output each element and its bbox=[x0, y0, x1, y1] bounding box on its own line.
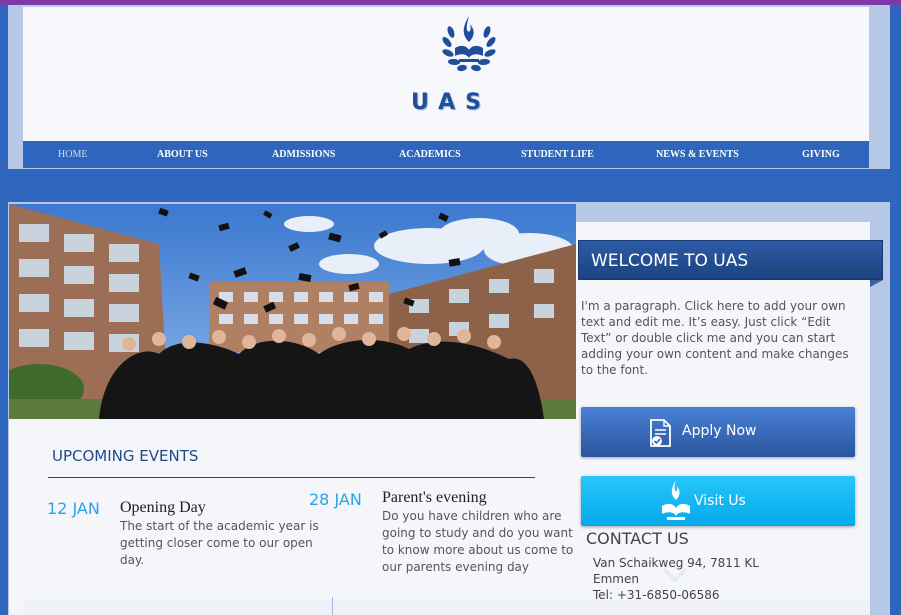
document-check-icon bbox=[650, 419, 671, 447]
nav-item-news-events[interactable]: NEWS & EVENTS bbox=[656, 141, 739, 168]
welcome-paragraph: I'm a paragraph. Click here to add your … bbox=[581, 299, 849, 377]
event-description-line: getting closer come to our open bbox=[120, 536, 313, 550]
event-date: 28 JAN bbox=[309, 490, 362, 509]
event-description-line: day. bbox=[120, 553, 145, 567]
footer-strip bbox=[23, 601, 869, 615]
upcoming-events-title: UPCOMING EVENTS bbox=[52, 447, 199, 465]
header: UAS bbox=[23, 7, 869, 141]
chevron-down-icon bbox=[662, 567, 688, 583]
main-nav: HOME ABOUT US ADMISSIONS ACADEMICS STUDE… bbox=[23, 141, 869, 168]
nav-item-academics[interactable]: ACADEMICS bbox=[399, 141, 461, 168]
brand-name: UAS bbox=[410, 90, 492, 115]
event-date: 12 JAN bbox=[47, 499, 100, 518]
torch-book-laurel-icon[interactable] bbox=[439, 10, 499, 78]
event-description-line: to know more about us come to bbox=[382, 543, 574, 557]
graduation-photo bbox=[9, 204, 576, 419]
nav-item-admissions[interactable]: ADMISSIONS bbox=[272, 141, 335, 168]
apply-now-label: Apply Now bbox=[682, 423, 757, 439]
event-description-line: Do you have children who are bbox=[382, 509, 562, 523]
contact-phone[interactable]: Tel: +31-6850-06586 bbox=[593, 588, 720, 602]
events-divider bbox=[48, 477, 535, 478]
event-title[interactable]: Opening Day bbox=[120, 499, 206, 517]
torch-book-icon bbox=[662, 480, 690, 520]
event-description: Do you have children who are going to st… bbox=[382, 508, 573, 576]
apply-now-button[interactable]: Apply Now bbox=[581, 407, 855, 457]
event-description-line: our parents evening day bbox=[382, 560, 530, 574]
visit-us-button[interactable]: Visit Us bbox=[581, 476, 855, 526]
contact-title: CONTACT US bbox=[586, 529, 689, 548]
contact-address-line2: Emmen bbox=[593, 572, 639, 586]
nav-item-student-life[interactable]: STUDENT LIFE bbox=[521, 141, 594, 168]
ribbon-fold bbox=[870, 280, 883, 287]
nav-item-giving[interactable]: GIVING bbox=[802, 141, 840, 168]
event-description-line: The start of the academic year is bbox=[120, 519, 319, 533]
event-description-line: going to study and do you want bbox=[382, 526, 573, 540]
nav-item-home[interactable]: HOME bbox=[58, 141, 87, 168]
welcome-banner: WELCOME TO UAS bbox=[578, 240, 883, 280]
welcome-title: WELCOME TO UAS bbox=[591, 251, 749, 271]
nav-item-about-us[interactable]: ABOUT US bbox=[157, 141, 208, 168]
event-title[interactable]: Parent's evening bbox=[382, 489, 487, 507]
divider-mark bbox=[332, 597, 333, 615]
visit-us-label: Visit Us bbox=[694, 493, 746, 509]
event-description: The start of the academic year is gettin… bbox=[120, 518, 319, 569]
